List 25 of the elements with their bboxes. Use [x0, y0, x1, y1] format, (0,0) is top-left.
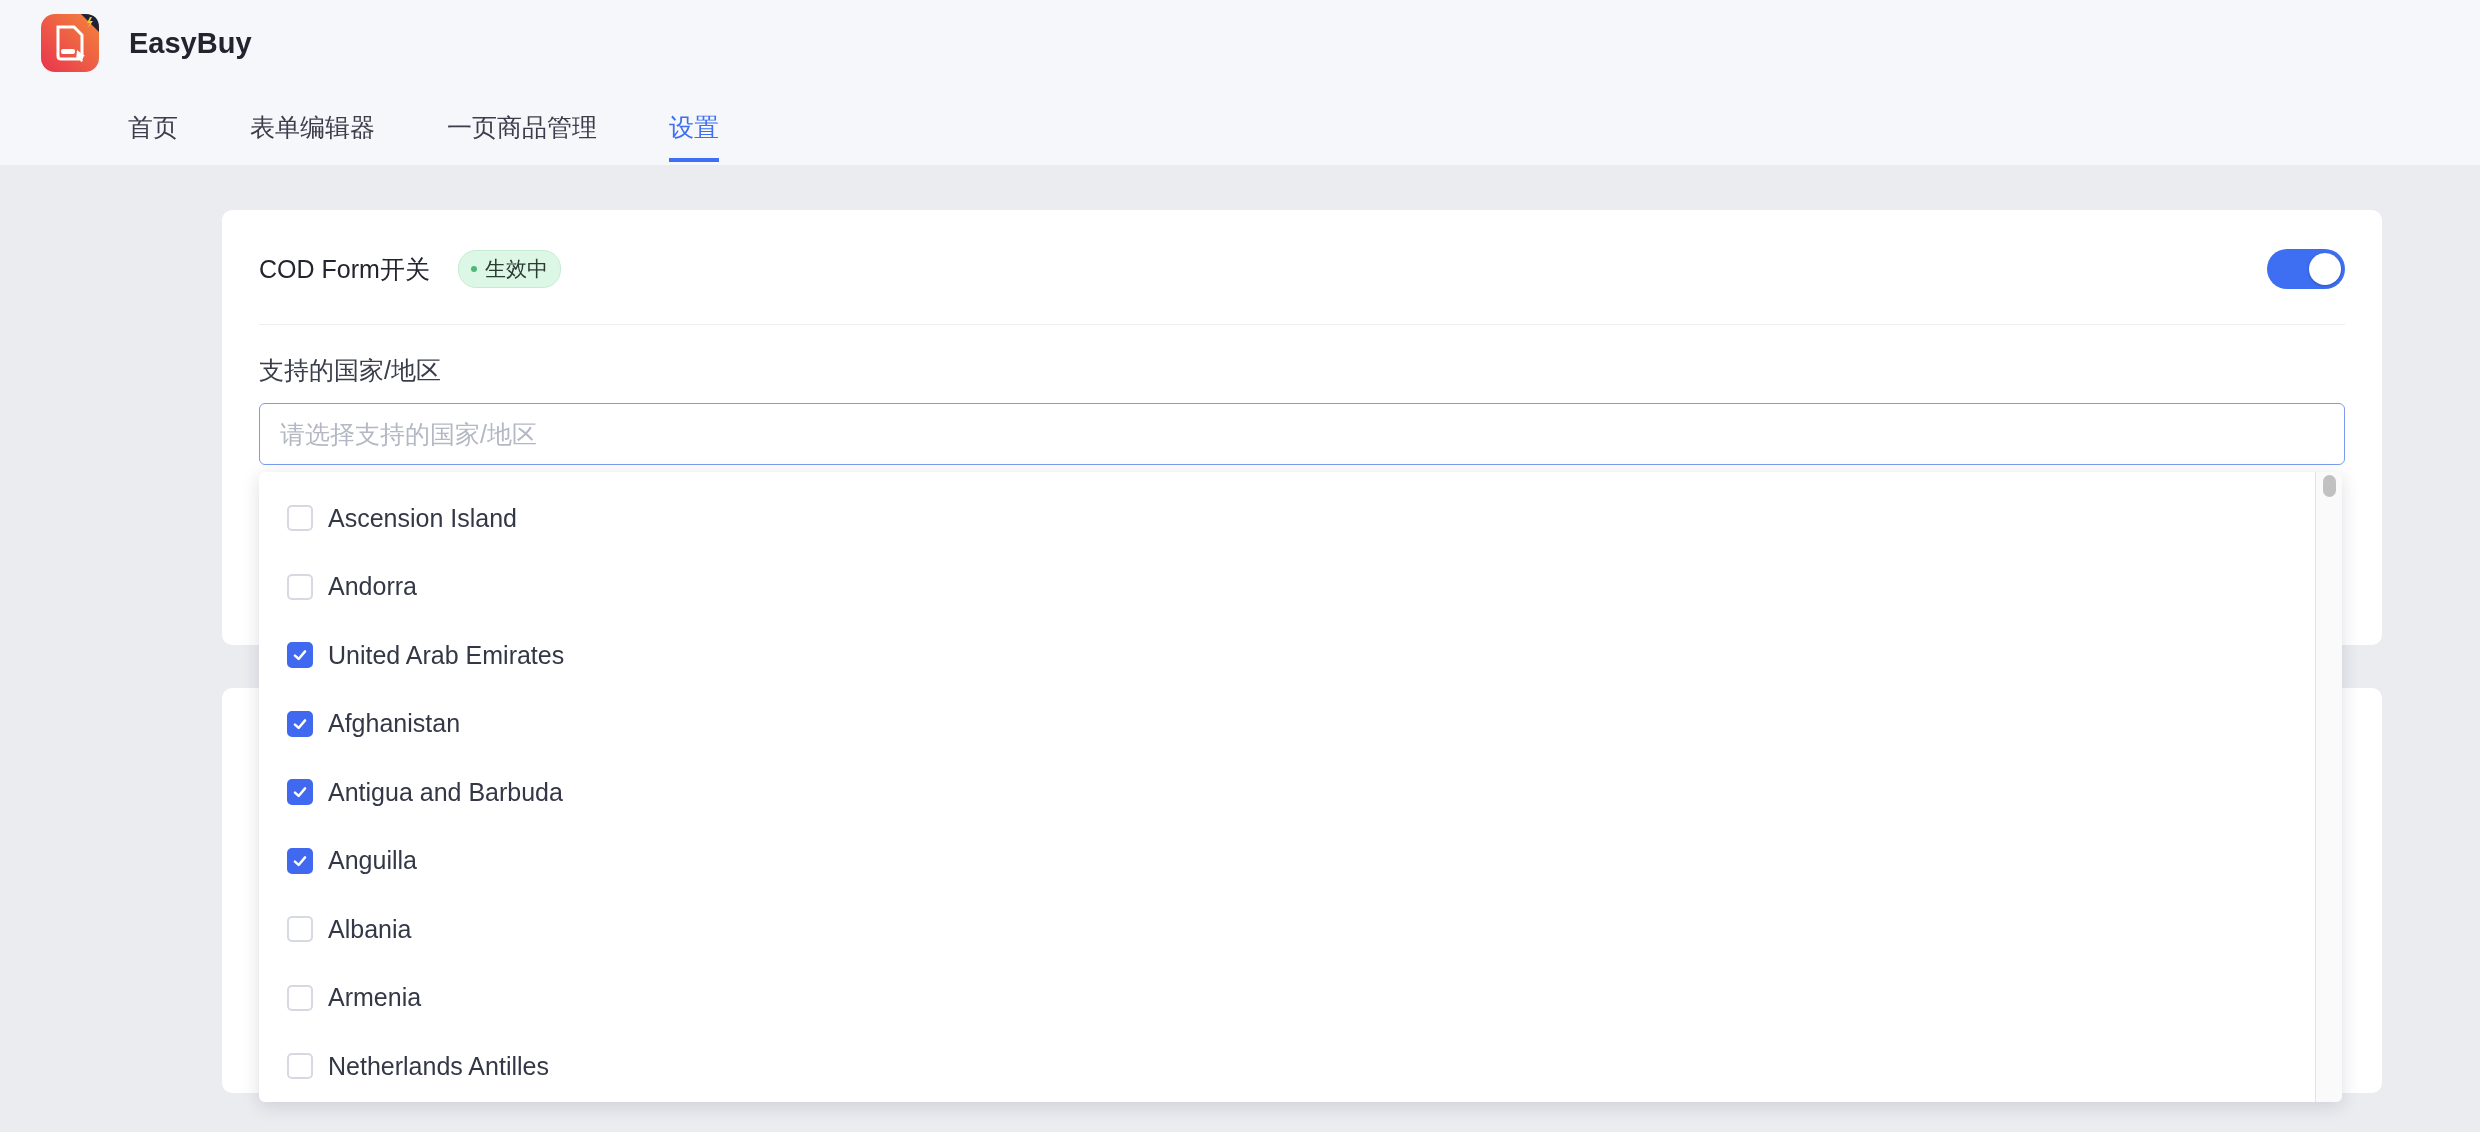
checkbox[interactable] — [287, 847, 313, 874]
checkbox[interactable] — [287, 779, 313, 806]
nav-tab[interactable]: 设置 — [669, 111, 719, 162]
country-option[interactable]: Albania — [259, 895, 2315, 964]
nav-tab[interactable]: 一页商品管理 — [447, 111, 597, 162]
country-option[interactable]: United Arab Emirates — [259, 621, 2315, 690]
country-option[interactable]: Anguilla — [259, 826, 2315, 895]
status-badge: 生效中 — [457, 250, 561, 288]
checkbox[interactable] — [287, 642, 313, 669]
nav-tab[interactable]: 首页 — [128, 111, 178, 162]
app-name: EasyBuy — [129, 26, 252, 60]
country-option[interactable]: Ascension Island — [259, 484, 2315, 553]
nav-tab[interactable]: 表单编辑器 — [250, 111, 375, 162]
country-option[interactable]: Andorra — [259, 552, 2315, 621]
country-option[interactable]: Antigua and Barbuda — [259, 758, 2315, 827]
scrollbar[interactable] — [2315, 472, 2342, 1102]
country-select-field[interactable]: 请选择支持的国家/地区 — [259, 403, 2345, 465]
country-option[interactable]: Armenia — [259, 963, 2315, 1032]
country-option[interactable]: Afghanistan — [259, 689, 2315, 758]
app-logo-icon — [41, 14, 99, 72]
country-option[interactable]: Netherlands Antilles — [259, 1032, 2315, 1101]
checkbox[interactable] — [287, 710, 313, 737]
setting-title: COD Form开关 — [259, 253, 430, 285]
field-label: 支持的国家/地区 — [259, 355, 442, 386]
toggle-switch[interactable] — [2267, 249, 2345, 289]
